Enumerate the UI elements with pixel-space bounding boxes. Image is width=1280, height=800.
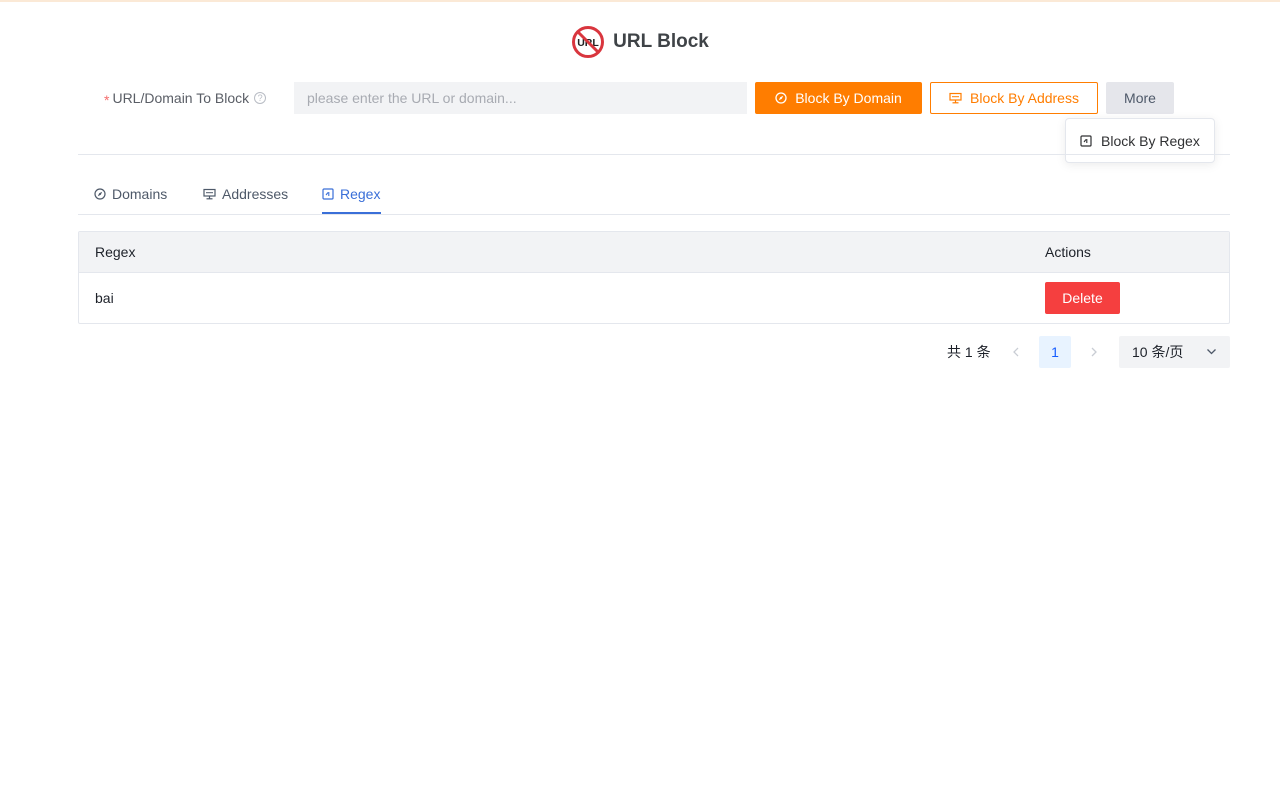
tab-regex[interactable]: Regex: [322, 179, 380, 215]
regex-icon: [322, 188, 334, 200]
block-by-domain-button[interactable]: Block By Domain: [755, 82, 922, 114]
page-header: URL URL Block: [0, 24, 1280, 60]
compass-icon: [94, 188, 106, 200]
active-tab-indicator: [322, 212, 381, 214]
regex-table: Regex Actions bai Delete: [78, 231, 1230, 324]
next-page-button[interactable]: [1079, 336, 1109, 368]
tab-domains-label: Domains: [112, 186, 168, 202]
monitor-icon: [949, 92, 962, 104]
more-button[interactable]: More: [1106, 82, 1174, 114]
question-circle-icon[interactable]: ?: [254, 92, 267, 104]
tab-domains[interactable]: Domains: [94, 179, 167, 215]
table-row: bai Delete: [79, 273, 1229, 323]
column-header-actions: Actions: [1045, 244, 1091, 260]
pagination-total: 共 1 条: [947, 344, 991, 360]
url-field-label-text: URL/Domain To Block: [112, 90, 250, 106]
column-header-regex: Regex: [95, 244, 136, 260]
compass-icon: [775, 92, 787, 104]
page-title: URL Block: [613, 31, 709, 52]
more-label: More: [1124, 90, 1156, 106]
chevron-left-icon: [1013, 347, 1019, 357]
chevron-right-icon: [1091, 347, 1097, 357]
block-by-address-label: Block By Address: [970, 90, 1079, 106]
url-block-logo-icon: URL: [572, 26, 605, 58]
delete-label: Delete: [1062, 290, 1103, 306]
required-mark: *: [104, 92, 110, 108]
section-divider: [78, 154, 1230, 155]
tab-bar: Domains Addresses Regex: [78, 179, 1230, 215]
tab-addresses-label: Addresses: [222, 186, 289, 202]
prev-page-button[interactable]: [1001, 336, 1031, 368]
dropdown-item-block-by-regex[interactable]: Block By Regex: [1065, 118, 1215, 163]
delete-button[interactable]: Delete: [1045, 282, 1120, 314]
table-header: Regex Actions: [79, 232, 1229, 273]
regex-icon: [1080, 134, 1092, 147]
url-field-label: * URL/Domain To Block ?: [104, 82, 267, 114]
page-number-button[interactable]: 1: [1039, 336, 1071, 368]
block-by-domain-label: Block By Domain: [795, 90, 902, 106]
regex-cell: bai: [95, 290, 114, 306]
top-accent-line: [0, 0, 1280, 2]
page-size-label: 10 条/页: [1132, 344, 1184, 360]
page-size-select[interactable]: 10 条/页: [1119, 336, 1230, 368]
page-number-label: 1: [1051, 344, 1059, 360]
url-input[interactable]: [294, 82, 747, 114]
dropdown-item-label: Block By Regex: [1101, 132, 1200, 149]
tab-regex-label: Regex: [340, 186, 381, 202]
chevron-down-icon: [1206, 346, 1217, 357]
monitor-icon: [203, 188, 216, 200]
block-form: * URL/Domain To Block ? Block By Domain …: [78, 82, 1230, 114]
tab-addresses[interactable]: Addresses: [203, 179, 288, 215]
block-by-address-button[interactable]: Block By Address: [930, 82, 1098, 114]
pagination: 共 1 条 1 10 条/页: [940, 336, 1230, 368]
